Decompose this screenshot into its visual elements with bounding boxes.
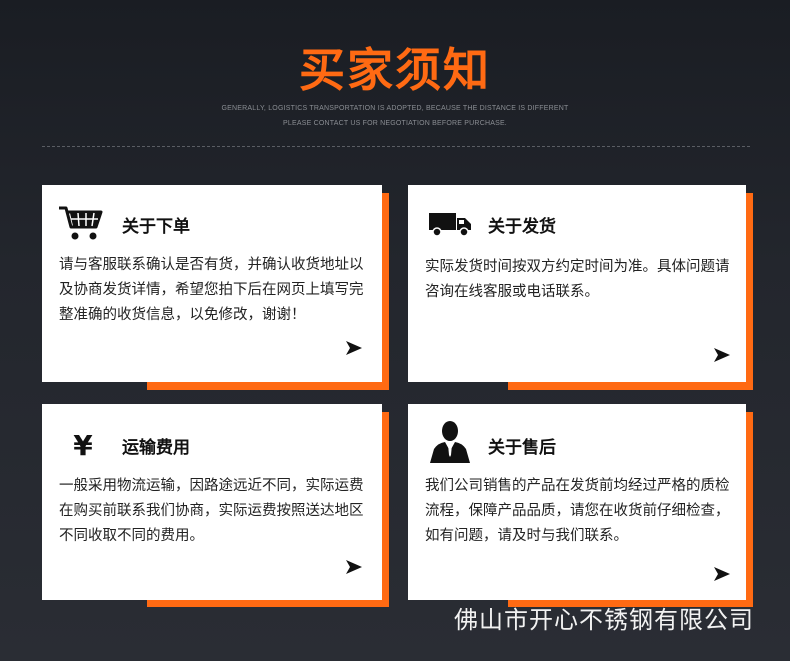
company-name: 佛山市开心不锈钢有限公司 xyxy=(454,606,754,634)
header: 买家须知 GENERALLY, LOGISTICS TRANSPORTATION… xyxy=(0,0,790,150)
card-title-freight: 运输费用 xyxy=(122,438,190,458)
card-text-order: 请与客服联系确认是否有货，并确认收货地址以及协商发货详情，希望您拍下后在网页上填… xyxy=(59,257,364,323)
card-text-aftersales: 我们公司销售的产品在发货前均经过严格的质检流程，保障产品品质，请您在收货前仔细检… xyxy=(425,478,730,544)
arrow-icon xyxy=(346,560,362,574)
service-person-icon xyxy=(428,418,472,464)
card-shipping: 关于发货 实际发货时间按双方约定时间为准。具体问题请咨询在线客服或电话联系。 xyxy=(408,185,746,382)
page-title: 买家须知 xyxy=(299,43,491,97)
card-title-order: 关于下单 xyxy=(122,217,190,237)
yen-icon: ¥ xyxy=(73,428,93,462)
card-text-shipping: 实际发货时间按双方约定时间为准。具体问题请咨询在线客服或电话联系。 xyxy=(425,259,730,300)
delivery-truck-icon xyxy=(428,209,472,239)
card-freight: ¥ 运输费用 一般采用物流运输，因路途远近不同，实际运费在购买前联系我们协商，实… xyxy=(42,404,382,600)
card-text-freight: 一般采用物流运输，因路途远近不同，实际运费在购买前联系我们协商，实际运费按照送达… xyxy=(59,478,364,544)
divider xyxy=(42,146,750,147)
shopping-cart-icon xyxy=(58,203,104,243)
card-aftersales: 关于售后 我们公司销售的产品在发货前均经过严格的质检流程，保障产品品质，请您在收… xyxy=(408,404,746,600)
arrow-icon xyxy=(346,341,362,355)
subtitle-line-2: PLEASE CONTACT US FOR NEGOTIATION BEFORE… xyxy=(283,120,507,127)
arrow-icon xyxy=(714,348,730,362)
subtitle-line-1: GENERALLY, LOGISTICS TRANSPORTATION IS A… xyxy=(221,105,569,112)
arrow-icon xyxy=(714,567,730,581)
card-order: 关于下单 请与客服联系确认是否有货，并确认收货地址以及协商发货详情，希望您拍下后… xyxy=(42,185,382,382)
card-title-aftersales: 关于售后 xyxy=(488,438,556,458)
card-title-shipping: 关于发货 xyxy=(488,217,556,237)
